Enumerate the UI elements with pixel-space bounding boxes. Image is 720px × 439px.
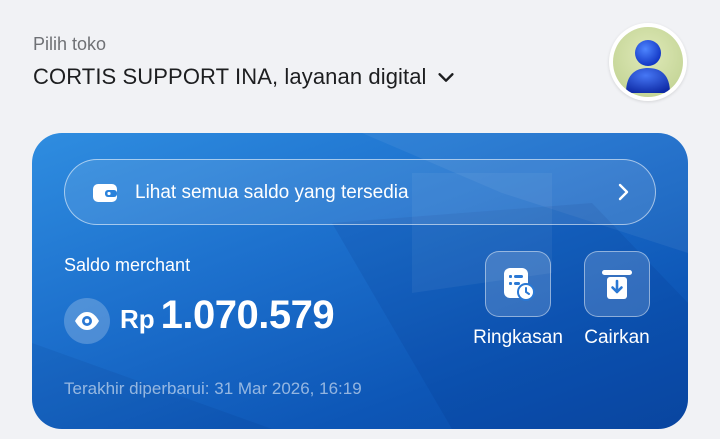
balance-card: Lihat semua saldo yang tersedia Saldo me… — [32, 133, 688, 429]
chevron-right-icon — [618, 183, 629, 201]
balance-value: 1.070.579 — [160, 293, 335, 337]
store-selector[interactable]: CORTIS SUPPORT INA, layanan digital — [33, 64, 457, 90]
wallet-icon — [93, 184, 117, 202]
currency-symbol: Rp — [120, 304, 155, 334]
avatar[interactable] — [609, 23, 687, 101]
withdraw-icon-box — [584, 251, 650, 317]
summary-button[interactable]: Ringkasan — [463, 251, 573, 349]
all-balances-label: Lihat semua saldo yang tersedia — [135, 182, 409, 203]
store-picker-label: Pilih toko — [33, 34, 107, 54]
summary-clock-icon — [504, 268, 535, 301]
summary-label: Ringkasan — [473, 327, 563, 348]
summary-icon-box — [485, 251, 551, 317]
balance-amount: Rp 1.070.579 — [120, 293, 335, 338]
chevron-down-icon — [437, 73, 454, 82]
last-updated-text: Terakhir diperbarui: 31 Mar 2026, 16:19 — [64, 379, 362, 398]
withdraw-button[interactable]: Cairkan — [562, 251, 672, 349]
all-balances-link[interactable]: Lihat semua saldo yang tersedia — [64, 159, 656, 225]
user-profile-icon — [613, 27, 683, 97]
withdraw-icon — [602, 270, 632, 299]
home-screen: Pilih toko CORTIS SUPPORT INA, layanan d… — [0, 0, 720, 439]
store-name: CORTIS SUPPORT INA, layanan digital — [33, 64, 427, 89]
withdraw-label: Cairkan — [584, 327, 650, 348]
eye-icon — [75, 312, 99, 330]
toggle-visibility-button[interactable] — [64, 298, 110, 344]
merchant-balance-label: Saldo merchant — [64, 255, 191, 275]
